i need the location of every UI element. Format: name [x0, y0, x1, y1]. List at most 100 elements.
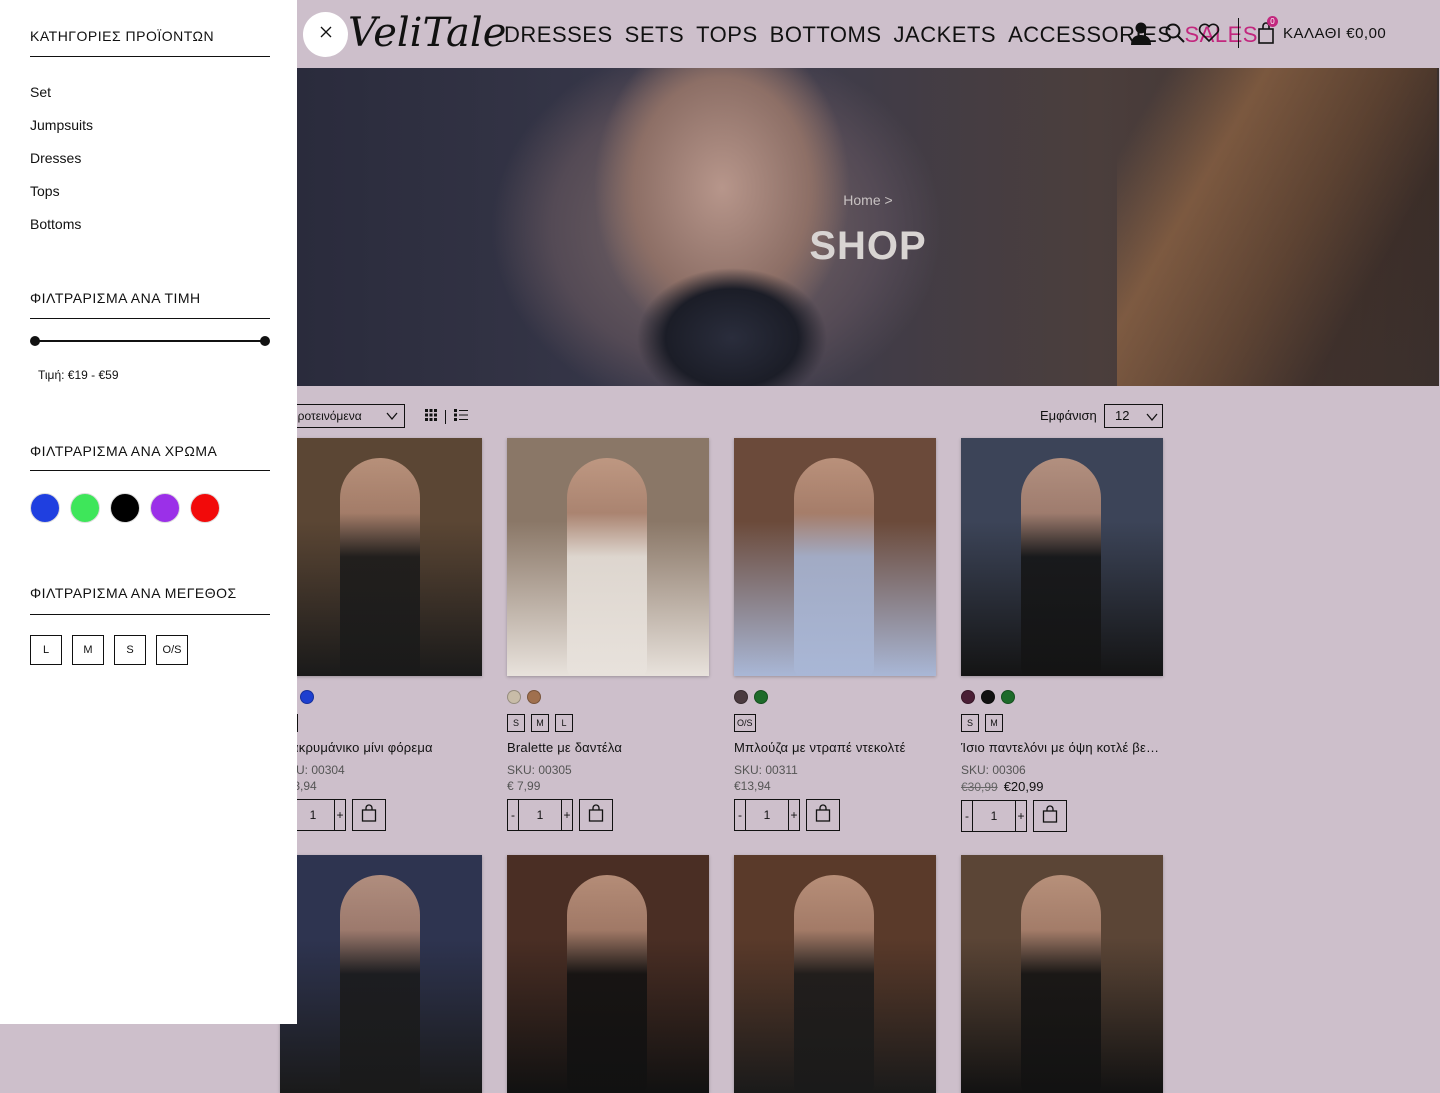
price-slider-track[interactable]	[35, 340, 265, 342]
product-card[interactable]	[961, 855, 1163, 1093]
color-filter-option[interactable]	[30, 493, 60, 523]
add-to-cart-row: -1+	[734, 799, 936, 831]
product-sku: SKU: 00306	[961, 763, 1026, 777]
close-icon	[319, 25, 333, 44]
product-card[interactable]	[507, 855, 709, 1093]
product-image[interactable]	[280, 438, 482, 676]
product-model-figure	[567, 458, 647, 676]
size-option[interactable]: S	[961, 714, 979, 732]
product-name[interactable]: Bralette με δαντέλα	[507, 740, 709, 755]
product-image[interactable]	[734, 855, 936, 1093]
category-dresses[interactable]: Dresses	[30, 150, 81, 166]
color-swatch[interactable]	[300, 690, 314, 704]
per-page-select[interactable]: 12	[1104, 404, 1163, 428]
product-card[interactable]	[734, 855, 936, 1093]
breadcrumb[interactable]: Home >	[297, 192, 1439, 208]
color-filter-option[interactable]	[110, 493, 140, 523]
account-icon[interactable]	[1130, 21, 1152, 45]
quantity-input[interactable]: 1	[972, 801, 1016, 831]
size-filter-option[interactable]: L	[30, 635, 62, 665]
add-to-cart-row: -1+	[507, 799, 709, 831]
size-option[interactable]: M	[985, 714, 1003, 732]
product-card[interactable]: O/S Μπλούζα με ντραπέ ντεκολτέ SKU: 00311 €…	[734, 438, 936, 831]
hero-model-top	[637, 268, 827, 386]
category-bottoms[interactable]: Bottoms	[30, 216, 81, 232]
shopping-bag-icon	[815, 803, 831, 827]
product-card[interactable]: S Μακρυμάνικο μίνι φόρεμα SKU: 00304 €13,94…	[280, 438, 482, 831]
size-option[interactable]: S	[507, 714, 525, 732]
product-name[interactable]: Ίσιο παντελόνι με όψη κοτλέ βελούδο	[961, 740, 1163, 755]
product-image[interactable]	[507, 438, 709, 676]
color-swatch[interactable]	[1001, 690, 1015, 704]
cart-button[interactable]: 0 ΚΑΛΑΘΙ €0,00	[1257, 16, 1386, 44]
nav-tops[interactable]: TOPS	[696, 22, 758, 48]
color-swatch[interactable]	[507, 690, 521, 704]
quantity-decrease-button[interactable]: -	[735, 800, 745, 830]
size-option[interactable]: M	[531, 714, 549, 732]
size-filter-option[interactable]: M	[72, 635, 104, 665]
quantity-increase-button[interactable]: +	[562, 800, 572, 830]
quantity-increase-button[interactable]: +	[1016, 801, 1026, 831]
quantity-input[interactable]: 1	[291, 800, 335, 830]
color-swatch[interactable]	[754, 690, 768, 704]
product-price: €13,94	[280, 779, 482, 793]
product-card[interactable]	[280, 855, 482, 1093]
product-image[interactable]	[507, 855, 709, 1093]
category-jumpsuits[interactable]: Jumpsuits	[30, 117, 93, 133]
view-toggle	[425, 408, 468, 426]
nav-sets[interactable]: SETS	[625, 22, 684, 48]
product-card[interactable]: S M L Bralette με δαντέλα SKU: 00305 € 7,99 -1…	[507, 438, 709, 831]
sort-select-value: Προτεινόμενα	[289, 409, 362, 423]
wishlist-icon[interactable]	[1198, 23, 1220, 43]
quantity-increase-button[interactable]: +	[789, 800, 799, 830]
color-filter-option[interactable]	[70, 493, 100, 523]
close-sidebar-button[interactable]	[303, 12, 348, 57]
product-model-figure	[340, 458, 420, 676]
sort-select[interactable]: Προτεινόμενα	[280, 404, 405, 428]
product-card[interactable]: S M Ίσιο παντελόνι με όψη κοτλέ βελούδο SKU…	[961, 438, 1163, 832]
site-logo[interactable]: VeliTale	[348, 10, 506, 56]
product-image[interactable]	[280, 855, 482, 1093]
product-image[interactable]	[961, 855, 1163, 1093]
nav-bottoms[interactable]: BOTTOMS	[770, 22, 882, 48]
quantity-input[interactable]: 1	[745, 800, 789, 830]
add-to-cart-button[interactable]	[1033, 800, 1067, 832]
quantity-decrease-button[interactable]: -	[962, 801, 972, 831]
product-sizes: O/S	[734, 714, 936, 732]
color-swatch[interactable]	[734, 690, 748, 704]
nav-jackets[interactable]: JACKETS	[894, 22, 997, 48]
color-filter-option[interactable]	[190, 493, 220, 523]
list-view-icon[interactable]	[454, 408, 468, 426]
product-name[interactable]: Μπλούζα με ντραπέ ντεκολτέ	[734, 740, 936, 755]
nav-dresses[interactable]: DRESSES	[504, 22, 613, 48]
quantity-decrease-button[interactable]: -	[508, 800, 518, 830]
shopping-bag-icon	[588, 803, 604, 827]
product-name[interactable]: Μακρυμάνικο μίνι φόρεμα	[280, 740, 482, 755]
product-sizes: SM	[961, 714, 1163, 732]
color-filter-option[interactable]	[150, 493, 180, 523]
product-model-figure	[794, 458, 874, 676]
quantity-input[interactable]: 1	[518, 800, 562, 830]
add-to-cart-button[interactable]	[352, 799, 386, 831]
grid-view-icon[interactable]	[425, 408, 437, 426]
product-image[interactable]	[961, 438, 1163, 676]
product-image[interactable]	[734, 438, 936, 676]
quantity-increase-button[interactable]: +	[335, 800, 345, 830]
add-to-cart-button[interactable]	[579, 799, 613, 831]
size-option[interactable]: L	[555, 714, 573, 732]
quantity-stepper: -1+	[507, 799, 573, 831]
size-option[interactable]: O/S	[734, 714, 756, 732]
category-tops[interactable]: Tops	[30, 183, 60, 199]
category-set[interactable]: Set	[30, 84, 51, 100]
size-filter-option[interactable]: S	[114, 635, 146, 665]
shopping-bag-icon	[361, 803, 377, 827]
color-swatch[interactable]	[981, 690, 995, 704]
search-icon[interactable]	[1164, 22, 1186, 44]
add-to-cart-row: -1+	[280, 799, 482, 831]
size-filter-option[interactable]: O/S	[156, 635, 188, 665]
color-swatch[interactable]	[961, 690, 975, 704]
color-swatch[interactable]	[527, 690, 541, 704]
price-slider-min-handle[interactable]	[30, 336, 40, 346]
price-slider-max-handle[interactable]	[260, 336, 270, 346]
add-to-cart-button[interactable]	[806, 799, 840, 831]
